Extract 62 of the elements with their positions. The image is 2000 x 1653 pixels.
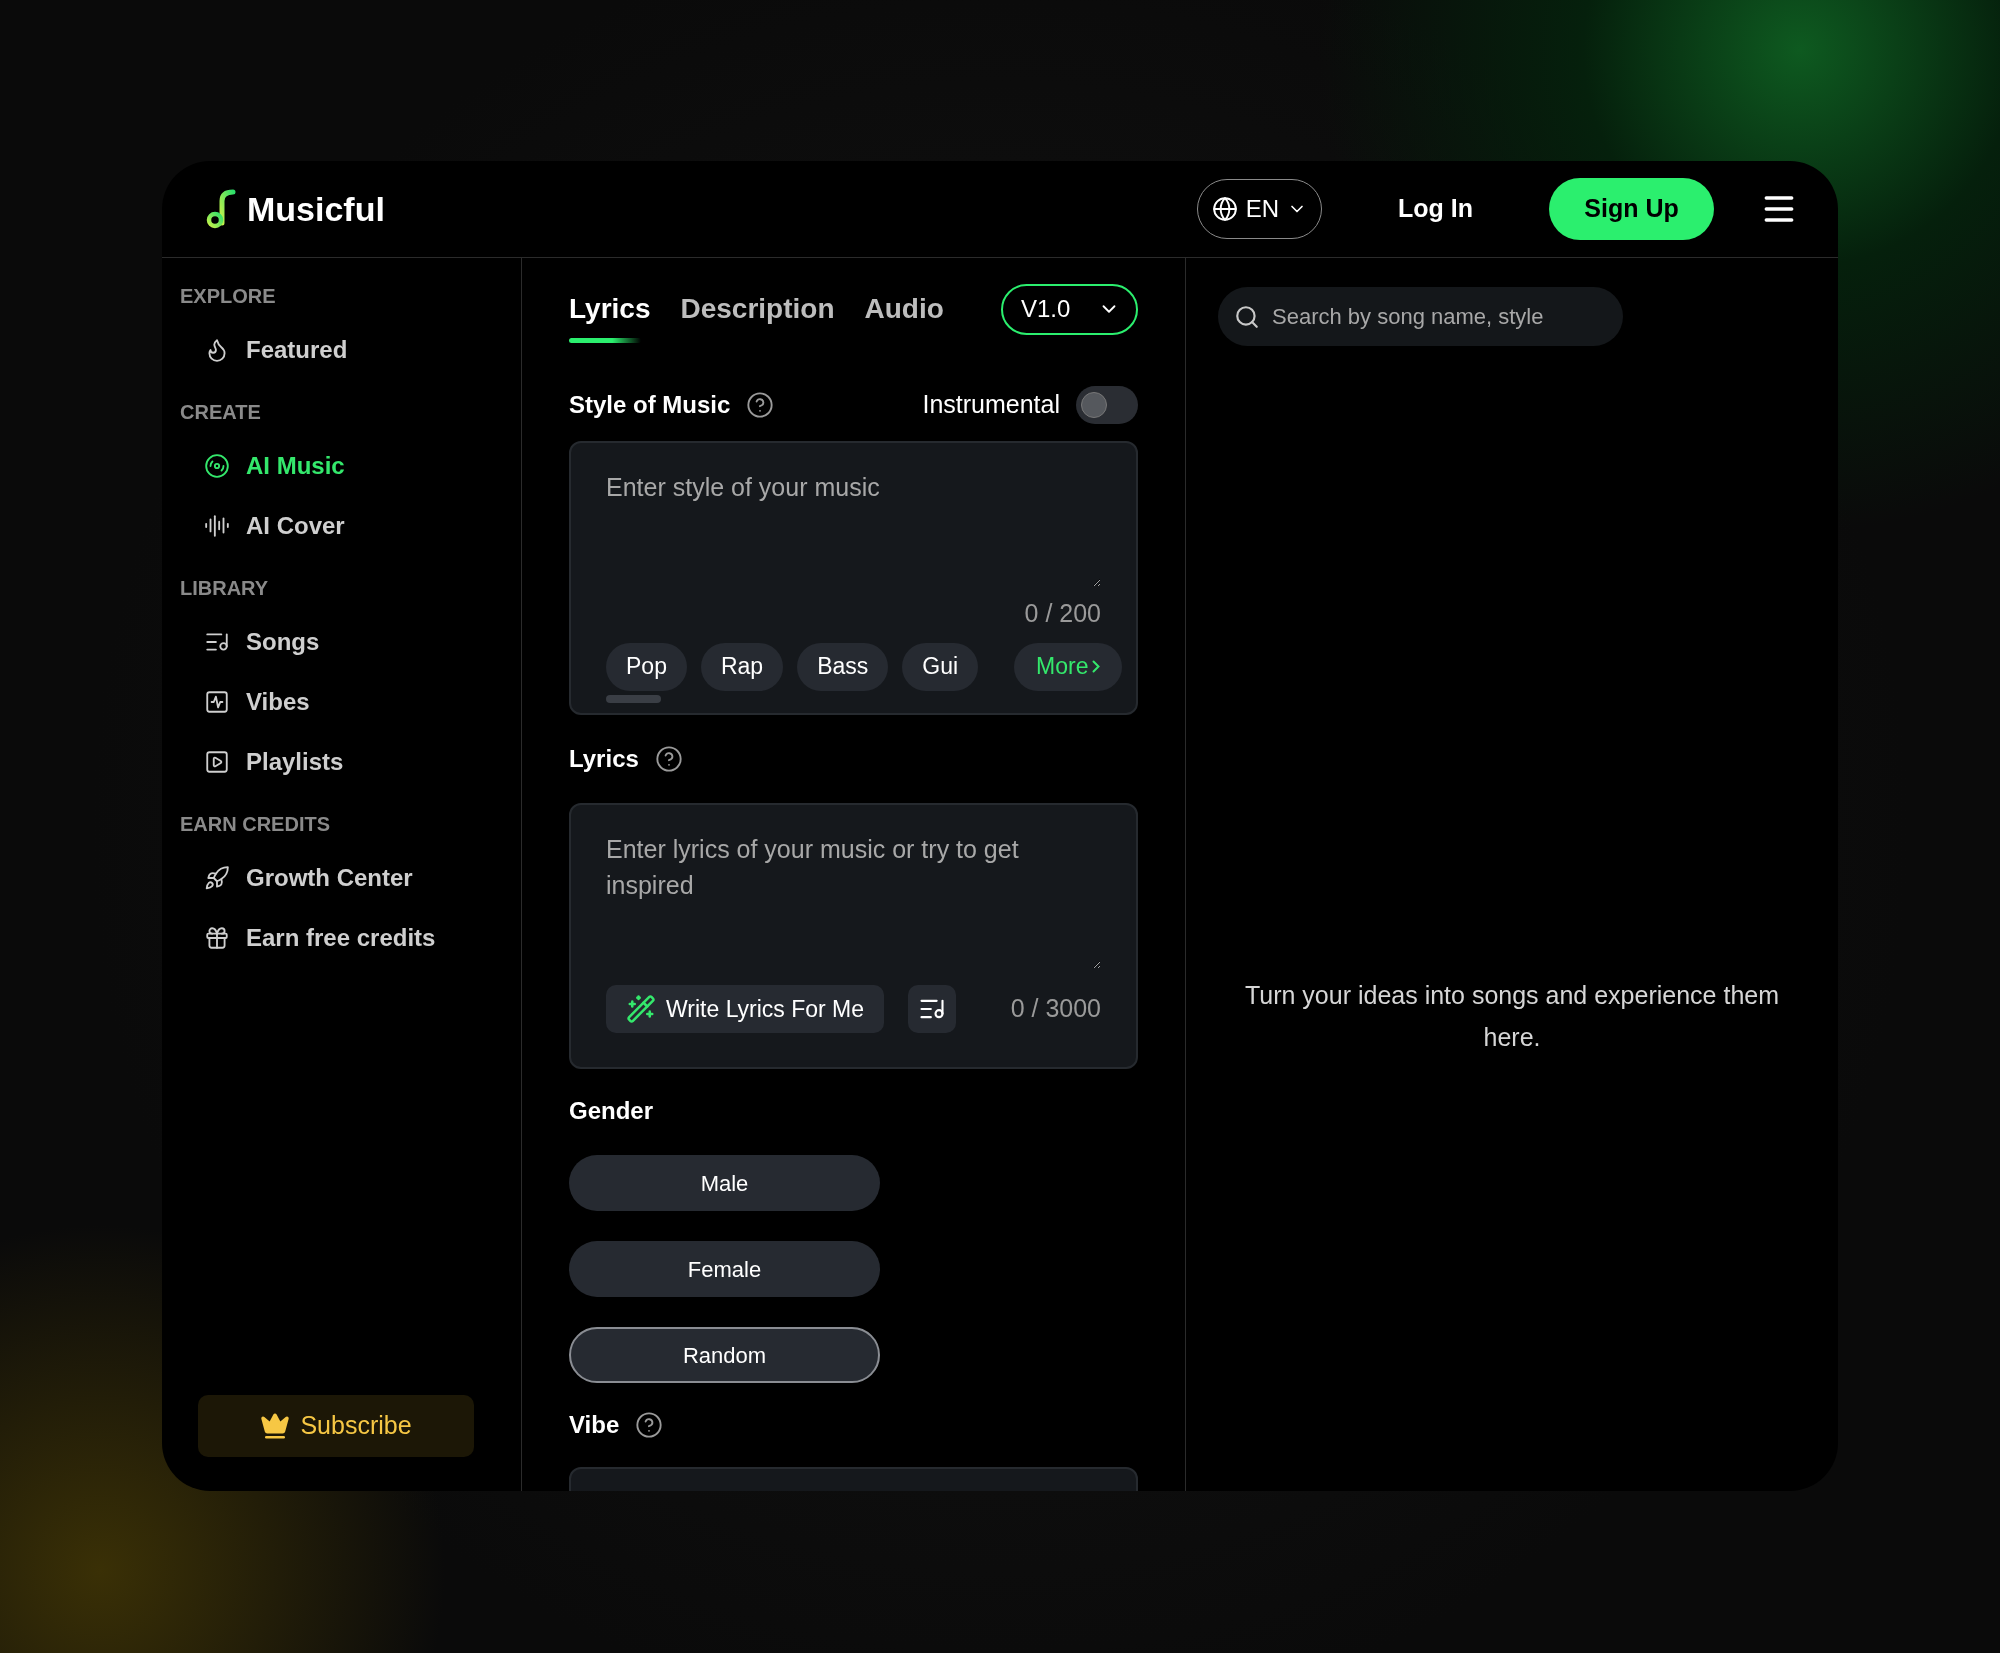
- tab-underline: [569, 338, 641, 343]
- search-input[interactable]: Search by song name, style: [1272, 300, 1612, 333]
- magic-wand-icon: [626, 994, 656, 1024]
- instrumental-toggle[interactable]: [1076, 386, 1138, 424]
- style-tag[interactable]: Pop: [606, 642, 687, 691]
- section-heading: EARN CREDITS: [180, 812, 331, 837]
- style-field[interactable]: Enter style of your music 0 / 200 Pop Rap Bass Gui More: [569, 441, 1138, 715]
- style-tag[interactable]: Bass: [797, 642, 889, 691]
- crown-icon: [260, 1411, 291, 1441]
- more-tags-button[interactable]: More: [1014, 642, 1123, 691]
- lyrics-list-button[interactable]: [908, 985, 957, 1033]
- gender-option[interactable]: Female: [569, 1241, 880, 1297]
- section-heading: LIBRARY: [180, 576, 270, 601]
- help-icon[interactable]: [746, 391, 775, 419]
- nav-item[interactable]: Earn free credits: [180, 908, 503, 968]
- tab[interactable]: Audio: [864, 283, 944, 335]
- disc-icon: [204, 453, 230, 479]
- tab[interactable]: Description: [680, 283, 835, 335]
- instrumental-label: Instrumental: [922, 389, 1060, 421]
- nav-item[interactable]: Vibes: [180, 672, 503, 732]
- lyrics-input[interactable]: Enter lyrics of your music or try to get inspired: [606, 831, 1101, 969]
- nav-item[interactable]: Songs: [180, 612, 503, 672]
- nav-item[interactable]: AI Music: [180, 436, 503, 496]
- pulse-icon: [204, 689, 230, 715]
- rocket-icon: [204, 865, 230, 891]
- subscribe-button[interactable]: Subscribe: [198, 1395, 474, 1457]
- brand-name[interactable]: Musicful: [247, 183, 385, 235]
- gender-option[interactable]: Random: [569, 1327, 880, 1383]
- play-square-icon: [204, 749, 230, 775]
- nav-item[interactable]: AI Cover: [180, 496, 503, 556]
- nav-item[interactable]: Featured: [180, 320, 503, 380]
- logo-icon: [205, 189, 237, 229]
- globe-icon: [1211, 196, 1238, 222]
- style-tag[interactable]: Rap: [700, 642, 784, 691]
- section-heading: CREATE: [180, 400, 262, 425]
- field-label: Vibe: [569, 1410, 620, 1440]
- character-counter: 0 / 200: [1024, 598, 1101, 629]
- help-icon[interactable]: [635, 1411, 664, 1439]
- field-label: Gender: [569, 1096, 655, 1126]
- login-link[interactable]: Log In: [1398, 190, 1473, 228]
- nav-item[interactable]: Growth Center: [180, 848, 503, 908]
- empty-state-message: Turn your ideas into songs and experience them here.: [1243, 980, 1781, 1053]
- chevron-icon: [1092, 660, 1101, 673]
- search-field[interactable]: Search by song name, style: [1218, 287, 1623, 346]
- style-input[interactable]: Enter style of your music: [606, 469, 1101, 587]
- style-tag[interactable]: Gui: [902, 642, 979, 691]
- search-icon: [1234, 303, 1260, 330]
- nav-item[interactable]: Playlists: [180, 732, 503, 792]
- version-selector[interactable]: V1.0: [1001, 283, 1138, 335]
- tab[interactable]: Lyrics: [569, 283, 651, 335]
- section-heading: EXPLORE: [180, 284, 277, 309]
- field-label: Style of Music: [569, 390, 731, 420]
- gender-option[interactable]: Male: [569, 1155, 880, 1211]
- field-label: Lyrics: [569, 744, 639, 774]
- write-lyrics-button[interactable]: Write Lyrics For Me: [606, 985, 885, 1033]
- gift-icon: [204, 925, 230, 951]
- lyrics-field[interactable]: Enter lyrics of your music or try to get inspired Write Lyrics For Me 0 / 3000: [569, 803, 1138, 1069]
- help-icon[interactable]: [654, 745, 683, 773]
- sound-wave-icon: [204, 513, 230, 539]
- scrollbar-thumb: [606, 694, 661, 703]
- signup-button[interactable]: Sign Up: [1549, 178, 1714, 240]
- character-counter: 0 / 3000: [1010, 993, 1101, 1025]
